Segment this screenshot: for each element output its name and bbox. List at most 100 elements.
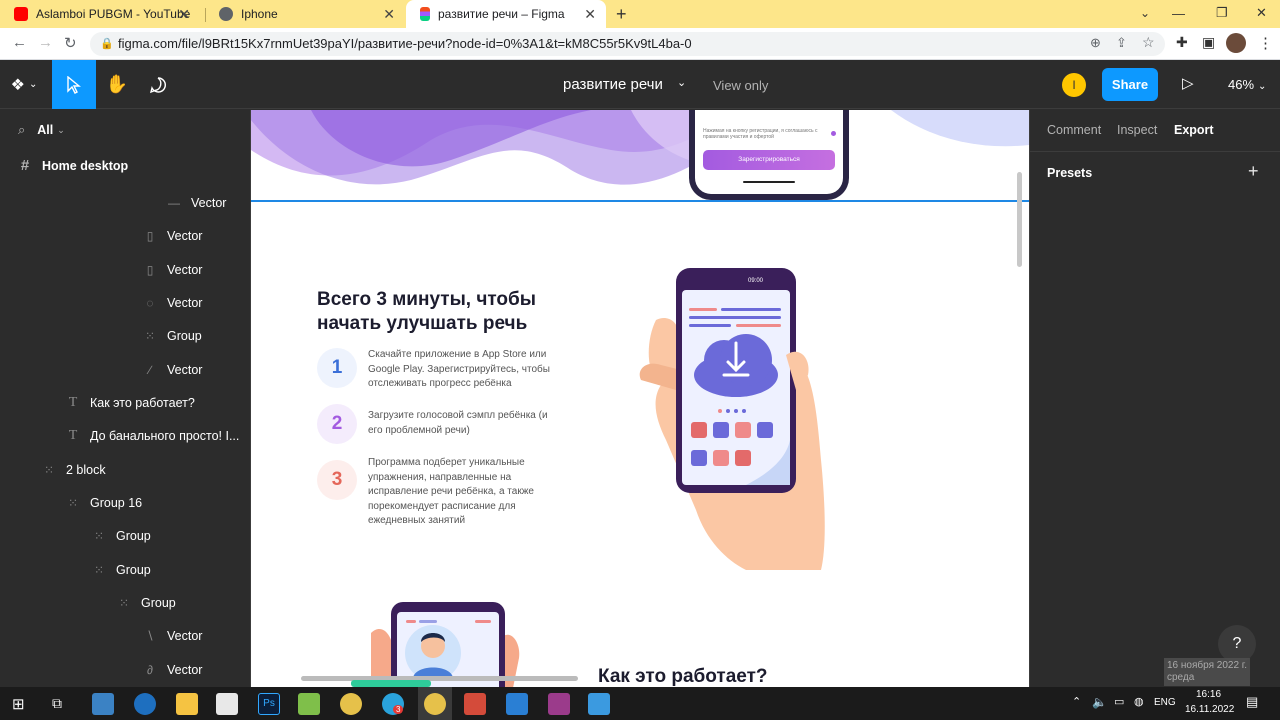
notifications-icon[interactable]: ▤: [1246, 694, 1258, 710]
close-tab-icon[interactable]: ✕: [178, 6, 190, 23]
add-preset-button[interactable]: +: [1248, 161, 1259, 182]
layer-item[interactable]: ⁙ Group: [117, 591, 176, 615]
layer-item[interactable]: T Как это работает?: [66, 391, 195, 415]
layer-label: Group: [167, 329, 202, 343]
new-tab-button[interactable]: +: [616, 4, 627, 25]
layer-item[interactable]: — Vector: [167, 191, 226, 215]
task-view-icon[interactable]: ⧉: [52, 695, 62, 712]
register-button[interactable]: Зарегистрироваться: [703, 150, 835, 170]
zoom-icon[interactable]: ⊕: [1090, 35, 1101, 51]
green-element: [351, 680, 431, 687]
checkbox-dot: [831, 131, 836, 136]
layer-item[interactable]: ∕ Vector: [143, 358, 202, 382]
mail-icon[interactable]: [92, 693, 114, 715]
layer-item[interactable]: ⁙ Group: [143, 324, 202, 348]
chevron-down-icon: ⌄: [1258, 81, 1267, 92]
network-icon[interactable]: ◍: [1134, 695, 1144, 708]
layers-filter[interactable]: ⌕ All ⌄: [18, 118, 65, 142]
layer-item[interactable]: ∂ Vector: [143, 658, 202, 682]
layer-item[interactable]: ⁙ Group: [92, 558, 151, 582]
layer-item[interactable]: ∖ Vector: [143, 624, 202, 648]
tab-list-icon[interactable]: ⌄: [1140, 6, 1150, 20]
edge-icon[interactable]: [134, 693, 156, 715]
layer-item[interactable]: T До банального просто! I...: [66, 424, 240, 448]
filter-label: All: [37, 123, 54, 137]
tab-figma[interactable]: развитие речи – Figma ✕: [406, 0, 606, 28]
divider: [1030, 151, 1280, 152]
layer-item[interactable]: ◌ Vector: [143, 291, 202, 315]
git-icon[interactable]: [464, 693, 486, 715]
move-tool[interactable]: [52, 60, 96, 109]
step-number-1: 1: [317, 348, 357, 388]
maximize-icon[interactable]: ❐: [1216, 5, 1228, 21]
winrar-icon[interactable]: [548, 693, 570, 715]
globe-icon: [219, 7, 233, 21]
layer-label: Vector: [167, 296, 203, 310]
zoom-value: 46%: [1228, 77, 1255, 92]
tab-comment[interactable]: Comment: [1047, 123, 1101, 137]
vector-icon: ◌: [146, 296, 154, 310]
frame-icon: ⁙: [43, 463, 55, 477]
forward-icon[interactable]: →: [38, 34, 53, 51]
file-explorer-icon[interactable]: [176, 693, 198, 715]
battery-icon[interactable]: ▭: [1114, 695, 1124, 708]
vector-icon: ∕: [148, 363, 151, 377]
layer-label: 2 block: [66, 463, 106, 477]
layer-label: Vector: [167, 229, 203, 243]
close-tab-icon[interactable]: ✕: [383, 6, 395, 23]
layer-item[interactable]: ▯ Vector: [143, 258, 203, 282]
figma-toolbar: ❖ ⌄ ✋ развитие речи ⌄ View only I Share ▷…: [0, 60, 1280, 109]
chevron-down-icon[interactable]: ⌄: [677, 76, 686, 89]
bookmark-star-icon[interactable]: ☆: [1142, 34, 1155, 51]
layer-item[interactable]: ⁙ Group 16: [66, 491, 142, 515]
close-window-icon[interactable]: ✕: [1256, 5, 1267, 21]
chrome-icon[interactable]: [340, 693, 362, 715]
tooltip-day: среда: [1167, 672, 1195, 683]
tab-youtube[interactable]: Aslamboi PUBGM - YouTube ✕: [0, 0, 200, 28]
photos-icon[interactable]: [588, 693, 610, 715]
language-indicator[interactable]: ENG: [1154, 697, 1176, 708]
hand-tool[interactable]: ✋: [96, 60, 138, 109]
share-button[interactable]: Share: [1102, 68, 1158, 101]
horizontal-scrollbar[interactable]: [301, 676, 578, 681]
reload-icon[interactable]: ↻: [64, 34, 77, 52]
extensions-icon[interactable]: ✚: [1176, 34, 1188, 51]
clock-time[interactable]: 16:16: [1196, 689, 1221, 700]
file-name[interactable]: развитие речи: [563, 76, 663, 93]
layer-item[interactable]: ⁙ 2 block: [42, 458, 106, 482]
volume-icon[interactable]: 🔈: [1092, 695, 1107, 709]
windows-start-icon[interactable]: ⊞: [12, 695, 25, 713]
figma-main-menu[interactable]: ❖ ⌄: [0, 60, 48, 109]
store-icon[interactable]: [216, 693, 238, 715]
browser-menu-icon[interactable]: ⋮: [1258, 34, 1273, 52]
vscode-icon[interactable]: [506, 693, 528, 715]
layer-item[interactable]: ▯ Vector: [143, 224, 203, 248]
close-tab-icon[interactable]: ✕: [584, 6, 596, 23]
user-avatar[interactable]: I: [1062, 73, 1086, 97]
profile-avatar[interactable]: [1226, 33, 1246, 53]
layer-label: Vector: [167, 629, 203, 643]
tab-export[interactable]: Export: [1174, 123, 1214, 137]
design-canvas[interactable]: Нажимая на кнопку регистрации, я соглаша…: [251, 110, 1029, 687]
clock-date[interactable]: 16.11.2022: [1185, 704, 1234, 715]
zoom-level[interactable]: 46% ⌄: [1228, 77, 1266, 92]
sidebar-icon[interactable]: ▣: [1202, 34, 1215, 51]
photoshop-icon[interactable]: Ps: [258, 693, 280, 715]
date-tooltip: 16 ноября 2022 г. среда: [1164, 658, 1250, 686]
tab-iphone[interactable]: Iphone ✕: [205, 0, 405, 28]
present-play-icon[interactable]: ▷: [1182, 74, 1194, 92]
share-page-icon[interactable]: ⇪: [1116, 35, 1127, 51]
text-icon: T: [68, 395, 78, 410]
chrome-active-icon[interactable]: [424, 693, 446, 715]
comment-tool[interactable]: [138, 60, 178, 109]
tab-inspect[interactable]: Inspect: [1117, 123, 1157, 137]
tray-chevron-icon[interactable]: ⌃: [1072, 695, 1081, 708]
layer-item[interactable]: ⁙ Group: [92, 524, 151, 548]
url-field[interactable]: 🔒 figma.com/file/l9BRt15Kx7rnmUet39paYI/…: [90, 32, 1165, 56]
minimize-icon[interactable]: —: [1172, 6, 1185, 21]
vertical-scrollbar[interactable]: [1017, 172, 1022, 267]
page-home-desktop[interactable]: # Home desktop: [18, 154, 128, 178]
back-icon[interactable]: ←: [12, 34, 27, 51]
app-icon[interactable]: [298, 693, 320, 715]
vector-icon: ▯: [146, 229, 154, 243]
